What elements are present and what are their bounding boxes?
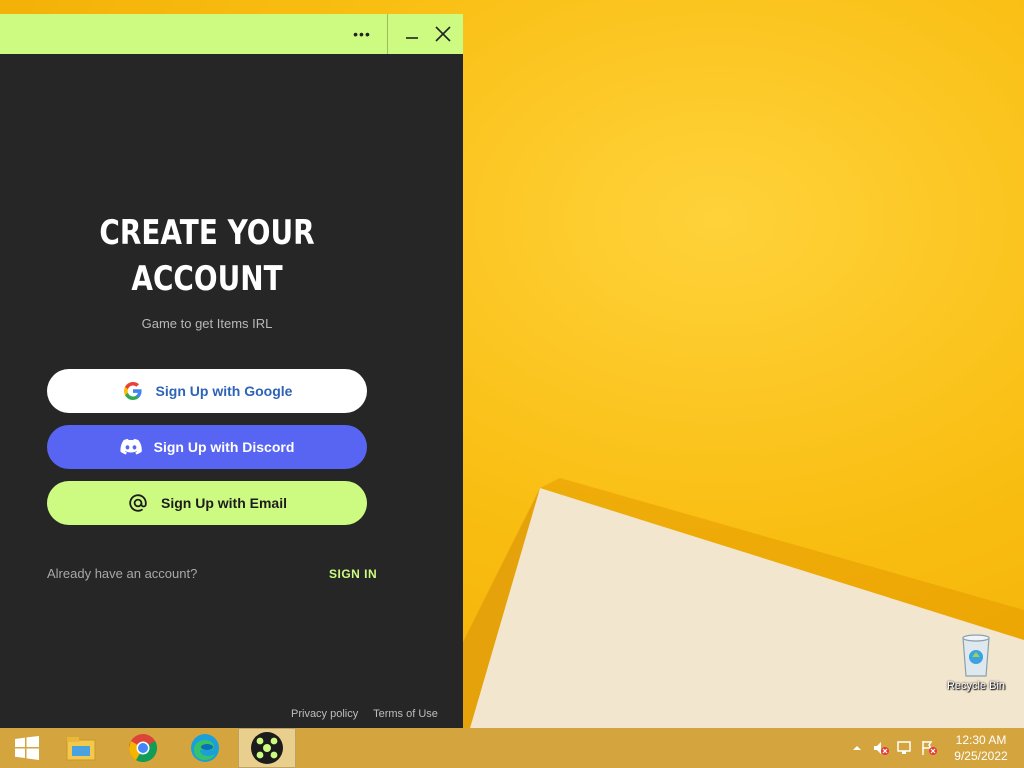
action-center-flag-icon[interactable] <box>920 740 938 756</box>
more-options-button[interactable]: ••• <box>340 14 384 54</box>
google-icon <box>122 380 144 402</box>
recycle-bin-label: Recycle Bin <box>946 680 1006 692</box>
close-button[interactable] <box>428 14 458 54</box>
taskbar-file-explorer[interactable] <box>54 728 108 768</box>
show-hidden-icons-icon[interactable] <box>850 741 864 755</box>
clock[interactable]: 12:30 AM 9/25/2022 <box>946 732 1016 764</box>
already-have-account-text: Already have an account? <box>47 566 198 581</box>
start-button[interactable] <box>0 728 54 768</box>
minimize-icon <box>406 37 418 39</box>
chrome-icon <box>129 734 157 762</box>
recycle-bin-icon <box>956 630 996 678</box>
sign-up-discord-label: Sign Up with Discord <box>153 439 295 455</box>
network-icon[interactable] <box>896 740 914 756</box>
subtitle: Game to get Items IRL <box>141 316 273 331</box>
terms-of-use-link[interactable]: Terms of Use <box>373 708 438 720</box>
footer-links: Privacy policy Terms of Use <box>291 708 450 720</box>
app-window: ••• CREATE YOUR ACCOUNT Game to get Item… <box>0 14 463 742</box>
taskbar: 12:30 AM 9/25/2022 <box>0 728 1024 768</box>
sign-up-discord-button[interactable]: Sign Up with Discord <box>47 425 367 469</box>
app-icon <box>251 732 283 764</box>
recycle-bin[interactable]: Recycle Bin <box>940 630 1012 692</box>
close-icon <box>435 26 451 42</box>
at-sign-icon <box>127 492 149 514</box>
file-explorer-icon <box>66 737 96 761</box>
clock-time: 12:30 AM <box>955 733 1007 747</box>
privacy-policy-link[interactable]: Privacy policy <box>291 708 358 720</box>
edge-icon <box>191 734 219 762</box>
page-title: CREATE YOUR ACCOUNT <box>37 210 376 302</box>
more-icon: ••• <box>353 26 371 42</box>
volume-muted-icon[interactable] <box>872 740 890 756</box>
taskbar-chrome[interactable] <box>116 728 170 768</box>
sign-up-email-label: Sign Up with Email <box>160 495 287 511</box>
taskbar-edge[interactable] <box>178 728 232 768</box>
sign-up-email-button[interactable]: Sign Up with Email <box>47 481 367 525</box>
system-tray <box>850 728 938 768</box>
sign-up-google-label: Sign Up with Google <box>155 383 293 399</box>
discord-icon <box>120 436 142 458</box>
start-icon <box>15 736 39 760</box>
sign-in-link[interactable]: SIGN IN <box>329 567 377 581</box>
page-title-line1: CREATE YOUR <box>99 213 315 253</box>
minimize-button[interactable] <box>398 14 426 54</box>
clock-date: 9/25/2022 <box>954 749 1008 763</box>
page-title-line2: ACCOUNT <box>131 259 283 299</box>
title-bar-divider <box>387 14 388 54</box>
sign-up-google-button[interactable]: Sign Up with Google <box>47 369 367 413</box>
taskbar-app-active[interactable] <box>238 728 296 768</box>
title-bar[interactable]: ••• <box>0 14 463 54</box>
